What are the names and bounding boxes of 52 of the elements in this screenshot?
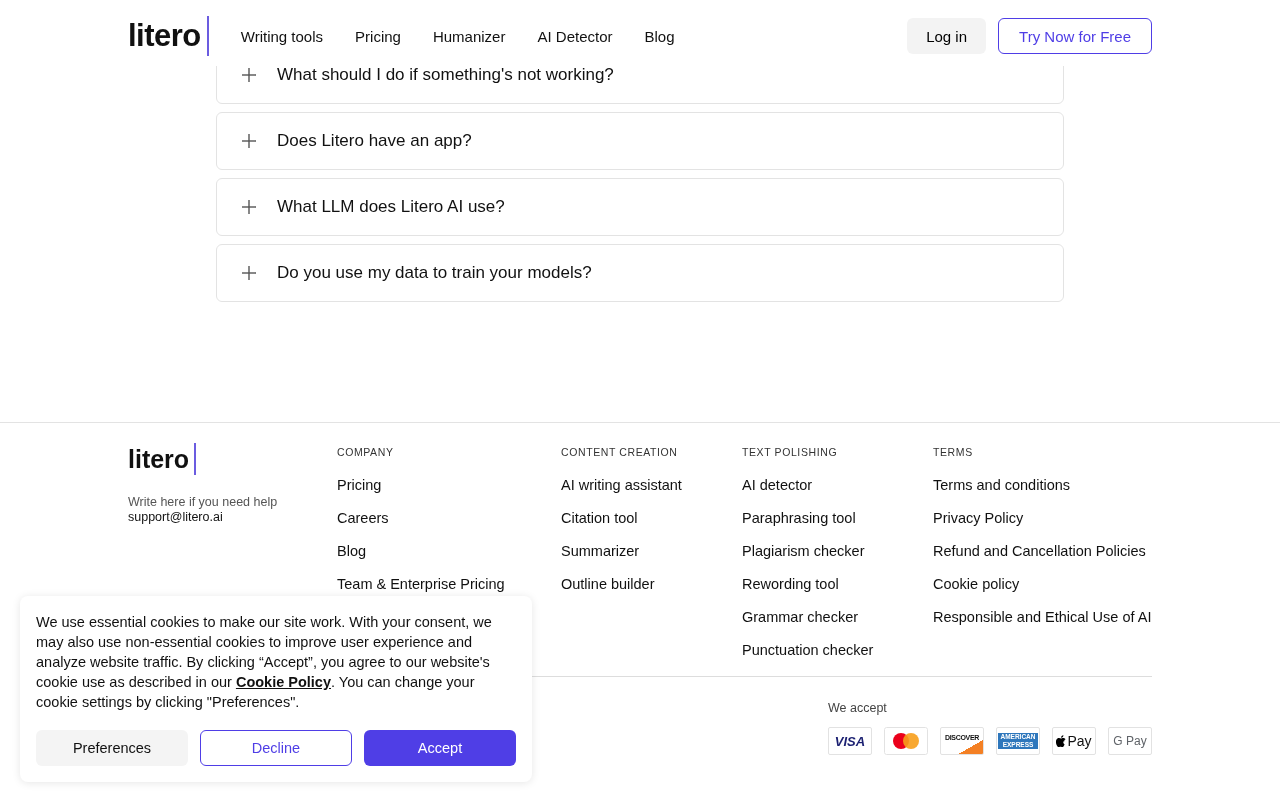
cookie-notice-text: We use essential cookies to make our site work. With your consent, we may also use non-essential cookies to improve user experience and analyze website traffic. By clicking “Accept”, you agree to our website's cookie use as described in our Cookie Policy. You can change your cookie settings by clicking "Preferences".	[36, 613, 493, 712]
footer-link[interactable]: Grammar checker	[742, 608, 859, 626]
faq-question: What LLM does Litero AI use?	[277, 197, 505, 217]
decline-button[interactable]: Decline	[200, 730, 352, 766]
footer-link[interactable]: Terms and conditions	[933, 476, 1070, 494]
footer-link[interactable]: Cookie policy	[933, 575, 1020, 593]
footer-link[interactable]: Outline builder	[561, 575, 655, 593]
column-heading: CONTENT CREATION	[561, 446, 679, 458]
footer-link[interactable]: Blog	[337, 542, 367, 560]
footer-link[interactable]: Refund and Cancellation Policies	[933, 542, 1146, 560]
footer-link[interactable]: Summarizer	[561, 542, 640, 560]
try-free-button[interactable]: Try Now for Free	[998, 18, 1152, 54]
column-heading: COMPANY	[337, 446, 395, 458]
footer-link[interactable]: Team & Enterprise Pricing	[337, 575, 505, 593]
faq-item[interactable]: Do you use my data to train your models?	[216, 244, 1064, 302]
footer-link[interactable]: AI writing assistant	[561, 476, 682, 494]
footer-link[interactable]: Careers	[337, 509, 389, 527]
footer-link[interactable]: AI detector	[742, 476, 813, 494]
apple-pay-icon: Pay	[1052, 727, 1096, 755]
nav-link[interactable]: Pricing	[355, 27, 401, 45]
login-button[interactable]: Log in	[907, 18, 987, 54]
faq-question: Do you use my data to train your models?	[277, 263, 592, 283]
preferences-button[interactable]: Preferences	[36, 730, 188, 766]
footer-link[interactable]: Pricing	[337, 476, 382, 494]
faq-item[interactable]: What should I do if something's not working?	[216, 66, 1064, 104]
footer-link[interactable]: Citation tool	[561, 509, 638, 527]
cookie-policy-link[interactable]: Cookie Policy	[235, 674, 331, 690]
faq-question: What should I do if something's not working?	[277, 66, 614, 85]
nav-link[interactable]: Blog	[644, 27, 675, 45]
nav-link[interactable]: Humanizer	[432, 27, 506, 45]
footer-link[interactable]: Punctuation checker	[742, 641, 874, 659]
faq-question: Does Litero have an app?	[277, 131, 472, 151]
help-text: Write here if you need help	[128, 495, 279, 509]
footer-link[interactable]: Plagiarism checker	[742, 542, 865, 560]
footer-link[interactable]: Privacy Policy	[933, 509, 1024, 527]
column-heading: TEXT POLISHING	[742, 446, 839, 458]
footer-logo[interactable]: litero	[128, 443, 197, 475]
faq-item[interactable]: What LLM does Litero AI use?	[216, 178, 1064, 236]
mastercard-icon	[884, 727, 928, 755]
faq-item[interactable]: Does Litero have an app?	[216, 112, 1064, 170]
column-heading: TERMS	[933, 446, 974, 458]
logo[interactable]: litero	[128, 16, 209, 56]
accept-button[interactable]: Accept	[364, 730, 516, 766]
visa-card-icon: VISA	[828, 727, 872, 755]
footer-link[interactable]: Paraphrasing tool	[742, 509, 856, 527]
support-email-link[interactable]: support@litero.ai	[128, 510, 337, 524]
footer-link[interactable]: Rewording tool	[742, 575, 839, 593]
footer-link[interactable]: Responsible and Ethical Use of AI	[933, 608, 1152, 626]
payments-label: We accept	[828, 701, 888, 715]
nav-link[interactable]: AI Detector	[537, 27, 613, 45]
nav-link[interactable]: Writing tools	[240, 27, 324, 45]
google-pay-icon: G Pay	[1108, 727, 1152, 755]
